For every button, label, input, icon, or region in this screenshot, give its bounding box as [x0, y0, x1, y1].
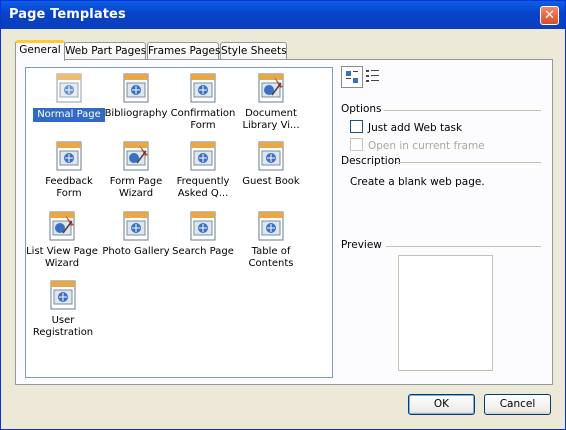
preview-heading: Preview [341, 239, 382, 251]
cancel-button[interactable]: Cancel [484, 394, 551, 415]
options-heading: Options [341, 103, 382, 115]
page-icon [258, 141, 284, 171]
divider [384, 110, 541, 111]
details-view-button[interactable] [363, 66, 385, 88]
just-add-web-task-checkbox[interactable]: Just add Web task [350, 120, 462, 134]
template-label: Frequently Asked Q... [176, 176, 230, 199]
page-icon [56, 73, 82, 103]
large-icons-view-button[interactable] [341, 66, 363, 88]
template-label: Document Library Vi... [242, 108, 300, 131]
checkbox-label: Open in current frame [368, 140, 485, 152]
close-button[interactable]: ✕ [540, 6, 559, 25]
template-item-document-library-view[interactable]: Document Library Vi... [235, 73, 307, 132]
template-item-search-page[interactable]: Search Page [167, 211, 239, 258]
checkbox-box[interactable] [350, 120, 363, 133]
template-item-feedback-form[interactable]: Feedback Form [33, 141, 105, 200]
large-icons-view-icon [346, 71, 358, 83]
template-label: Confirmation Form [170, 108, 236, 131]
page-icon [190, 73, 216, 103]
template-label: Normal Page [33, 108, 105, 122]
description-heading: Description [341, 155, 401, 167]
template-item-guest-book[interactable]: Guest Book [235, 141, 307, 188]
template-label: Table of Contents [248, 246, 294, 269]
template-item-list-view-page-wizard[interactable]: List View Page Wizard [24, 211, 100, 270]
page-icon [190, 211, 216, 241]
page-icon [123, 211, 149, 241]
page-icon [258, 211, 284, 241]
template-label: List View Page Wizard [26, 246, 98, 269]
template-label: Bibliography [104, 108, 168, 119]
template-label: Feedback Form [45, 176, 93, 199]
divider [396, 162, 541, 163]
template-item-normal-page[interactable]: Normal Page [33, 73, 105, 122]
tab-frames-pages[interactable]: Frames Pages [147, 42, 220, 60]
template-item-photo-gallery[interactable]: Photo Gallery [100, 211, 172, 258]
webpart-page-icon [49, 211, 75, 241]
webpart-page-icon [123, 141, 149, 171]
template-list[interactable]: Normal Page Bibliography Confirmation Fo… [25, 67, 333, 378]
checkbox-label: Just add Web task [368, 122, 463, 134]
template-item-table-of-contents[interactable]: Table of Contents [235, 211, 307, 270]
description-group: Description [341, 155, 541, 167]
template-label: Guest Book [242, 176, 300, 187]
template-label: Photo Gallery [102, 246, 170, 257]
tab-web-part-pages[interactable]: Web Part Pages [64, 42, 146, 60]
description-text: Create a blank web page. [350, 176, 485, 188]
ok-button[interactable]: OK [408, 394, 475, 415]
template-item-frequently-asked[interactable]: Frequently Asked Q... [167, 141, 239, 200]
tab-general[interactable]: General [15, 40, 65, 61]
template-label: User Registration [32, 315, 94, 338]
options-group: Options [341, 103, 541, 115]
preview-pane [398, 255, 493, 371]
template-item-user-registration[interactable]: User Registration [28, 280, 98, 339]
template-item-bibliography[interactable]: Bibliography [100, 73, 172, 120]
divider [386, 246, 541, 247]
template-item-confirmation-form[interactable]: Confirmation Form [167, 73, 239, 132]
tab-style-sheets[interactable]: Style Sheets [220, 42, 287, 60]
details-view-icon [366, 70, 379, 82]
page-icon [56, 141, 82, 171]
webpart-page-icon [258, 73, 284, 103]
window-title: Page Templates [9, 7, 126, 22]
template-label: Form Page Wizard [109, 176, 163, 199]
page-icon [190, 141, 216, 171]
template-label: Search Page [172, 246, 234, 257]
template-item-form-page-wizard[interactable]: Form Page Wizard [100, 141, 172, 200]
open-in-current-frame-checkbox: Open in current frame [350, 138, 485, 152]
preview-group: Preview [341, 239, 541, 251]
page-icon [123, 73, 149, 103]
page-icon [50, 280, 76, 310]
checkbox-box [350, 138, 363, 151]
title-bar[interactable]: Page Templates ✕ [1, 1, 565, 29]
